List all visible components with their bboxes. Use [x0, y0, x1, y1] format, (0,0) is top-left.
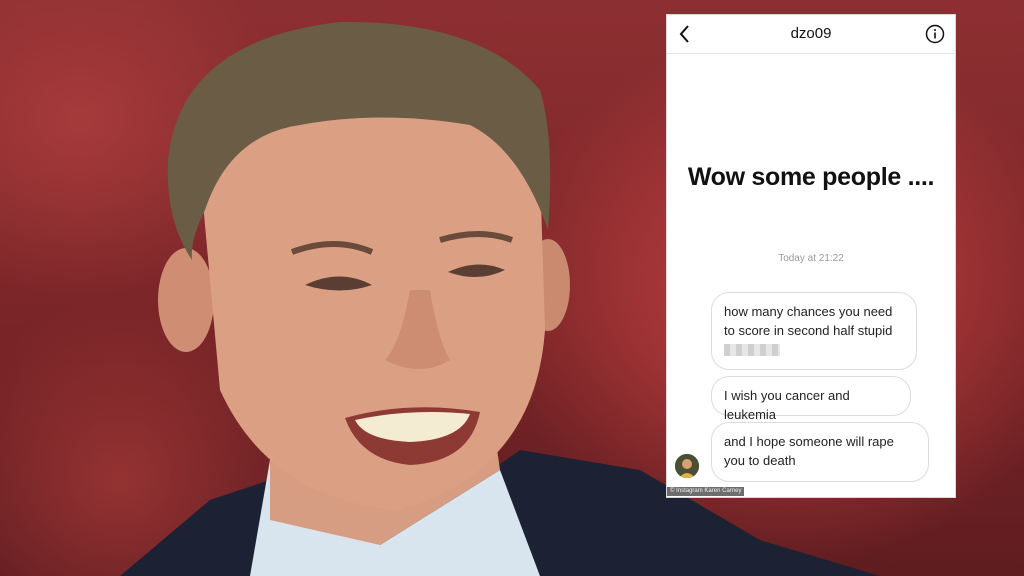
- info-circle-icon[interactable]: [925, 24, 945, 44]
- instagram-dm-screenshot: dzo09 Wow some people .... Today at 21:2…: [666, 14, 956, 498]
- message-text: how many chances you need to score in se…: [724, 304, 893, 338]
- message-text: I wish you cancer and leukemia: [724, 388, 850, 422]
- message-bubble: I wish you cancer and leukemia: [711, 376, 911, 422]
- dm-header: dzo09: [667, 15, 955, 54]
- image-credit: © Instagram Karen Carney: [667, 487, 745, 496]
- message-bubble: and I hope someone will rape you to deat…: [711, 422, 929, 482]
- message-bubble: how many chances you need to score in se…: [711, 292, 917, 370]
- sender-avatar[interactable]: [675, 454, 699, 478]
- message-text: and I hope someone will rape you to deat…: [724, 434, 894, 468]
- username: dzo09: [790, 25, 832, 42]
- message-timestamp: Today at 21:22: [778, 253, 844, 264]
- blurred-text: [724, 344, 780, 356]
- avatar-image: [675, 454, 699, 478]
- story-reply-text: Wow some people ....: [687, 163, 935, 191]
